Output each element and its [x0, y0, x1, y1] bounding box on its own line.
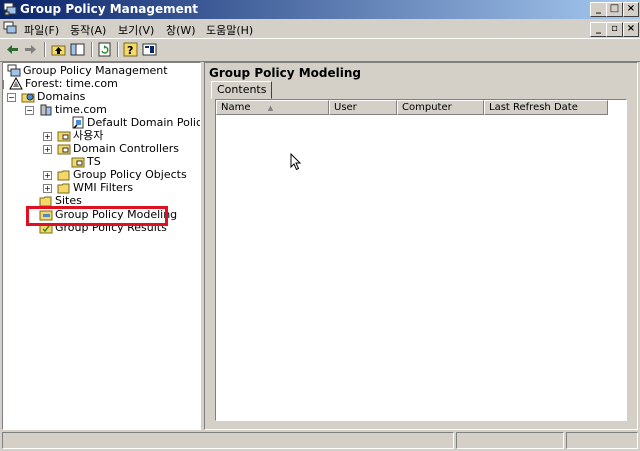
mdi-child-icon[interactable]	[3, 21, 17, 35]
title-bar: Group Policy Management _ □ ×	[0, 0, 640, 19]
minimize-button[interactable]: _	[590, 2, 607, 17]
back-arrow-icon	[7, 45, 18, 54]
tree-node-label: Default Domain Policy	[87, 116, 201, 129]
tree-node-label: time.com	[55, 103, 107, 116]
up-one-level-button[interactable]	[50, 41, 68, 58]
toolbar-separator	[117, 42, 119, 57]
show-hide-tree-button[interactable]	[69, 41, 87, 58]
show-hide-tree-icon	[70, 43, 85, 56]
svg-text:?: ?	[127, 44, 133, 57]
results-list[interactable]: Name ▲ User Computer Last Refresh Date	[215, 99, 627, 421]
domain-icon	[40, 104, 52, 116]
expand-icon[interactable]: +	[43, 184, 52, 193]
close-button[interactable]: ×	[623, 2, 639, 17]
column-header-computer[interactable]: Computer	[397, 100, 484, 115]
column-header-user[interactable]: User	[329, 100, 397, 115]
tree-node-label: Forest: time.com	[25, 77, 118, 90]
expand-icon[interactable]: +	[43, 132, 52, 141]
menu-action[interactable]: 동작(A)	[70, 22, 106, 38]
domains-icon	[21, 93, 35, 103]
tree-node-label: Group Policy Management	[23, 64, 168, 77]
status-panel-main	[2, 432, 454, 449]
console-tree[interactable]: Group Policy Management−Forest: time.com…	[2, 62, 201, 430]
toolbar-separator	[44, 42, 46, 57]
help-icon: ?	[123, 42, 138, 57]
menu-help[interactable]: 도움말(H)	[206, 22, 253, 38]
ou-folder-icon	[57, 144, 71, 155]
status-panel-3	[566, 432, 638, 449]
sort-ascending-icon: ▲	[267, 104, 274, 112]
toolbar-separator	[91, 42, 93, 57]
maximize-button[interactable]: □	[606, 2, 623, 17]
forward-arrow-icon	[25, 45, 36, 54]
ou-folder-icon	[71, 157, 85, 168]
refresh-button[interactable]	[96, 41, 114, 58]
menu-window[interactable]: 창(W)	[166, 22, 196, 38]
menu-file[interactable]: 파일(F)	[24, 22, 59, 38]
collapse-icon[interactable]: −	[25, 106, 34, 115]
column-header-last-refresh-date[interactable]: Last Refresh Date	[484, 100, 608, 115]
gpo-link-icon	[72, 116, 84, 129]
forest-icon	[9, 77, 23, 90]
folder-icon	[57, 183, 70, 194]
child-minimize-button[interactable]: _	[590, 22, 607, 37]
child-restore-button[interactable]: ▫	[606, 22, 623, 37]
properties-button[interactable]	[141, 41, 159, 58]
ou-folder-icon	[57, 131, 71, 142]
menu-bar: 파일(F) 동작(A) 보기(V) 창(W) 도움말(H) _ ▫ ×	[0, 19, 640, 38]
tree-node-label: Domain Controllers	[73, 142, 180, 155]
column-header-name[interactable]: Name ▲	[216, 100, 329, 115]
page-title: Group Policy Modeling	[209, 66, 361, 80]
toolbar: ?	[0, 38, 640, 62]
refresh-icon	[98, 42, 111, 57]
menu-view[interactable]: 보기(V)	[118, 22, 154, 38]
gpmc-icon	[7, 64, 21, 77]
mouse-cursor-icon	[290, 153, 302, 171]
status-panel-2	[456, 432, 564, 449]
details-pane: Group Policy Modeling Contents Name ▲ Us…	[204, 62, 638, 430]
tree-node-label: Domains	[37, 90, 86, 103]
collapse-icon[interactable]: −	[7, 93, 16, 102]
window-title: Group Policy Management	[20, 2, 199, 16]
tree-node-label: TS	[87, 155, 101, 168]
forward-button[interactable]	[22, 41, 40, 58]
tree-node-label: Group Policy Objects	[73, 168, 187, 181]
selection-highlight-box	[26, 206, 168, 226]
properties-icon	[142, 43, 157, 56]
collapse-icon[interactable]: −	[3, 80, 4, 89]
up-folder-icon	[51, 45, 66, 56]
tree-node-label: 사용자	[73, 129, 104, 142]
back-button[interactable]	[4, 41, 22, 58]
tab-contents[interactable]: Contents	[211, 81, 273, 99]
expand-icon[interactable]: +	[43, 145, 52, 154]
help-button[interactable]: ?	[122, 41, 140, 58]
folder-icon	[57, 170, 70, 181]
child-close-button[interactable]: ×	[623, 22, 639, 37]
tree-node-label: WMI Filters	[73, 181, 134, 194]
expand-icon[interactable]: +	[43, 171, 52, 180]
status-bar	[0, 430, 640, 451]
gpmc-icon	[3, 2, 17, 16]
